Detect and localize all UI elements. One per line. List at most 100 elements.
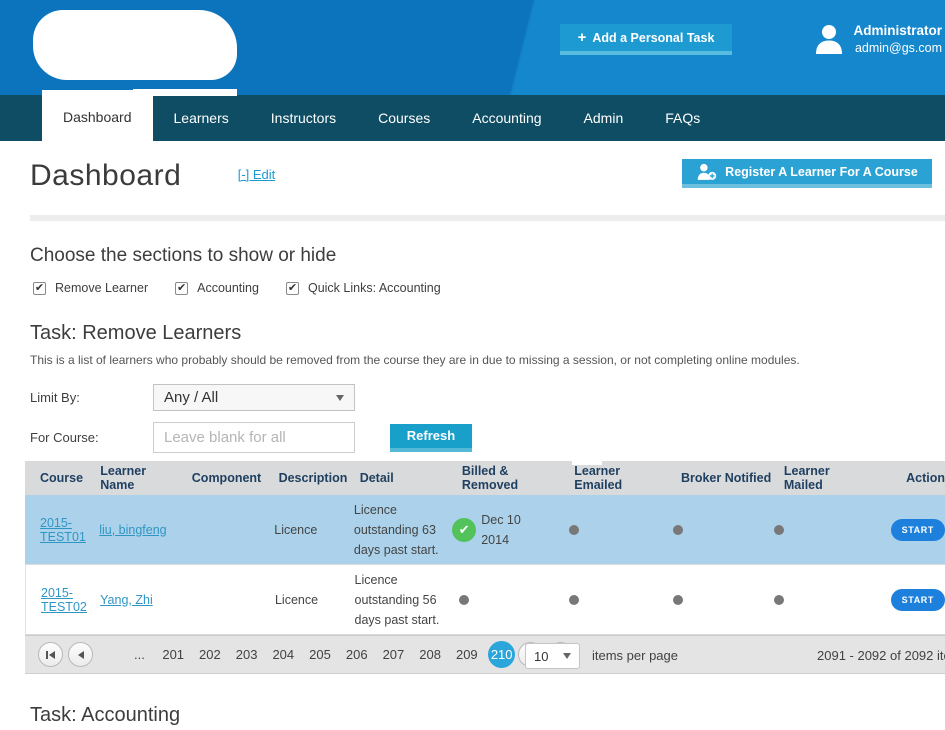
action-button[interactable]: START: [891, 519, 945, 541]
detail-cell: Licence outstanding 56 days past start.: [355, 570, 455, 630]
learner-mailed-cell: [770, 525, 865, 535]
tab-instructors[interactable]: Instructors: [250, 95, 357, 141]
check-circle-icon: [452, 518, 476, 542]
page-number[interactable]: 208: [412, 647, 449, 662]
col-learner-mailed: Learner Mailed: [784, 464, 881, 492]
tab-dashboard[interactable]: Dashboard: [42, 90, 153, 141]
action-cell: START: [866, 589, 945, 611]
user-text: Administrator admin@gs.com: [853, 22, 942, 57]
tab-accounting[interactable]: Accounting: [451, 95, 562, 141]
chevron-down-icon: [563, 653, 571, 659]
checkbox-remove-learner[interactable]: Remove Learner: [33, 281, 148, 295]
limit-by-label: Limit By:: [30, 390, 153, 405]
billed-removed-cell: Dec 10 2014: [454, 510, 564, 550]
for-course-label: For Course:: [30, 430, 153, 445]
limit-by-dropdown[interactable]: Any / All: [153, 384, 355, 411]
chevron-down-icon: [336, 395, 344, 401]
tab-admin[interactable]: Admin: [563, 95, 645, 141]
table-header-row: Course Learner Name Component Descriptio…: [25, 461, 945, 495]
tab-learners[interactable]: Learners: [153, 95, 250, 141]
accounting-heading: Task: Accounting: [30, 704, 945, 727]
edit-link[interactable]: [-] Edit: [238, 167, 276, 182]
pager-range-label: 2091 - 2092 of 2092 items: [817, 648, 945, 663]
table-row[interactable]: 2015-TEST02 Yang, Zhi Licence Licence ou…: [25, 565, 945, 635]
col-learner-emailed: Learner Emailed: [574, 464, 681, 492]
broker-notified-cell: [669, 595, 770, 605]
col-action: Action: [881, 471, 945, 485]
register-label: Register A Learner For A Course: [725, 165, 918, 179]
register-learner-button[interactable]: Register A Learner For A Course: [682, 159, 932, 188]
action-cell: START: [866, 519, 945, 541]
learner-emailed-cell: [565, 525, 670, 535]
user-name: Administrator: [853, 22, 942, 40]
user-icon: [815, 24, 843, 54]
course-cell: 2015-TEST01: [40, 516, 99, 544]
limit-by-row: Limit By: Any / All: [30, 384, 945, 411]
broker-notified-cell: [669, 525, 770, 535]
limit-by-value: Any / All: [164, 389, 336, 406]
remove-learners-description: This is a list of learners who probably …: [30, 353, 945, 367]
first-page-button[interactable]: [38, 642, 63, 667]
col-broker-notified: Broker Notified: [681, 471, 784, 485]
pager: ... 201 202 203 204 205 206 207 208 209 …: [25, 635, 945, 674]
plus-icon: +: [578, 29, 587, 46]
page-number[interactable]: 206: [338, 647, 375, 662]
redaction-artifact: [572, 461, 602, 465]
course-link[interactable]: 2015-TEST02: [41, 586, 87, 614]
learner-name-link[interactable]: liu, bingfeng: [99, 523, 166, 537]
sections-heading: Choose the sections to show or hide: [30, 245, 945, 267]
prev-page-button[interactable]: [68, 642, 93, 667]
sections-checkbox-row: Remove Learner Accounting Quick Links: A…: [33, 281, 945, 295]
user-menu[interactable]: Administrator admin@gs.com: [815, 22, 942, 57]
add-personal-task-button[interactable]: + Add a Personal Task: [560, 24, 732, 55]
col-learner-name: Learner Name: [100, 464, 192, 492]
redaction-artifact: [133, 89, 237, 96]
learner-name-link[interactable]: Yang, Zhi: [100, 593, 153, 607]
pending-ring-icon[interactable]: [774, 595, 784, 605]
remove-learners-table: Course Learner Name Component Descriptio…: [25, 461, 945, 674]
page-number[interactable]: 202: [192, 647, 229, 662]
checkbox-label: Accounting: [197, 281, 259, 295]
pending-ring-icon[interactable]: [569, 525, 579, 535]
col-course: Course: [40, 471, 100, 485]
pending-ring-icon[interactable]: [673, 595, 683, 605]
refresh-button[interactable]: Refresh: [390, 424, 472, 452]
triangle-left-icon: [49, 651, 55, 659]
page-number[interactable]: 207: [375, 647, 412, 662]
for-course-input[interactable]: [153, 422, 355, 453]
person-plus-icon: [696, 163, 717, 181]
description-cell: Licence: [274, 523, 354, 537]
title-row: Dashboard [-] Edit Register A Learner Fo…: [30, 159, 915, 203]
triangle-left-icon: [78, 651, 84, 659]
page-number[interactable]: 203: [228, 647, 265, 662]
pending-ring-icon[interactable]: [673, 525, 683, 535]
tab-faqs[interactable]: FAQs: [644, 95, 721, 141]
logo-redacted: [33, 10, 237, 80]
pending-ring-icon[interactable]: [459, 595, 469, 605]
action-button[interactable]: START: [891, 589, 945, 611]
page-number[interactable]: 205: [302, 647, 339, 662]
col-billed-removed: Billed & Removed: [462, 464, 574, 492]
pending-ring-icon[interactable]: [569, 595, 579, 605]
tab-courses[interactable]: Courses: [357, 95, 451, 141]
checkbox-label: Remove Learner: [55, 281, 148, 295]
page-number-active[interactable]: 210: [488, 641, 515, 668]
checkbox-label: Quick Links: Accounting: [308, 281, 441, 295]
col-detail: Detail: [360, 468, 462, 488]
page-size-value: 10: [534, 649, 563, 664]
table-row[interactable]: 2015-TEST01 liu, bingfeng Licence Licenc…: [25, 495, 945, 565]
checkbox-checked-icon: [33, 282, 46, 295]
learner-name-cell: Yang, Zhi: [100, 593, 190, 607]
checkbox-quick-links-accounting[interactable]: Quick Links: Accounting: [286, 281, 441, 295]
checkbox-checked-icon: [286, 282, 299, 295]
add-task-label: Add a Personal Task: [592, 31, 714, 45]
checkbox-accounting[interactable]: Accounting: [175, 281, 259, 295]
pending-ring-icon[interactable]: [774, 525, 784, 535]
course-link[interactable]: 2015-TEST01: [40, 516, 86, 544]
page-number[interactable]: 204: [265, 647, 302, 662]
page-number[interactable]: 209: [448, 647, 485, 662]
main-nav: Dashboard Learners Instructors Courses A…: [0, 95, 945, 141]
page-size-dropdown[interactable]: 10: [525, 643, 580, 669]
detail-cell: Licence outstanding 63 days past start.: [354, 500, 454, 560]
page-number[interactable]: 201: [155, 647, 192, 662]
